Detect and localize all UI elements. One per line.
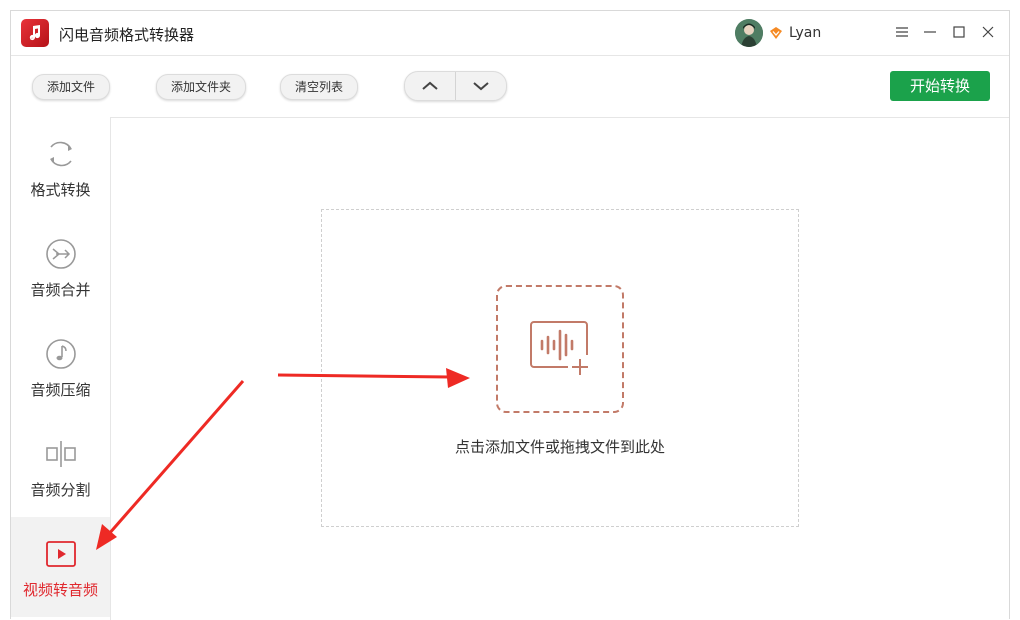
maximize-icon[interactable]	[948, 21, 970, 43]
user-profile[interactable]: Lyan	[735, 17, 821, 49]
sidebar-item-label: 音频分割	[30, 481, 91, 499]
title-bar: 闪电音频格式转换器 Lyan	[11, 11, 1009, 55]
split-icon	[45, 441, 76, 467]
add-file-button[interactable]: 添加文件	[32, 74, 111, 100]
sidebar: 格式转换 音频合并 音频压缩 音频分割 视频转音频	[11, 117, 111, 620]
file-drop-zone[interactable]: 点击添加文件或拖拽文件到此处	[321, 209, 799, 527]
app-window: 闪电音频格式转换器 Lyan 添加文件 添加文件夹 清空列表 开始转换 格式转换…	[10, 10, 1010, 620]
drop-hint-text: 点击添加文件或拖拽文件到此处	[454, 438, 665, 456]
move-down-button[interactable]	[455, 72, 506, 100]
toolbar: 添加文件 添加文件夹 清空列表 开始转换	[11, 55, 1009, 118]
sidebar-item-audio-merge[interactable]: 音频合并	[11, 217, 110, 317]
merge-arrows-icon	[45, 239, 76, 269]
add-audio-button[interactable]	[496, 285, 624, 413]
sidebar-item-video-to-audio[interactable]: 视频转音频	[11, 517, 110, 617]
chevron-down-icon	[473, 82, 489, 91]
vip-diamond-icon	[770, 27, 782, 39]
clear-list-button[interactable]: 清空列表	[280, 74, 359, 100]
app-logo-icon	[21, 19, 49, 47]
music-note-icon	[45, 339, 76, 369]
sidebar-item-label: 视频转音频	[22, 581, 98, 599]
sidebar-item-label: 音频压缩	[30, 381, 91, 399]
close-icon[interactable]	[977, 21, 999, 43]
video-play-icon	[45, 541, 76, 567]
avatar[interactable]	[735, 19, 763, 47]
sidebar-item-format-convert[interactable]: 格式转换	[11, 117, 110, 217]
sidebar-item-audio-compress[interactable]: 音频压缩	[11, 317, 110, 417]
sidebar-item-label: 格式转换	[30, 181, 91, 199]
move-up-button[interactable]	[405, 72, 455, 100]
sidebar-item-audio-split[interactable]: 音频分割	[11, 417, 110, 517]
app-title: 闪电音频格式转换器	[59, 26, 195, 44]
minimize-icon[interactable]	[919, 21, 941, 43]
start-convert-button[interactable]: 开始转换	[890, 71, 990, 101]
add-folder-button[interactable]: 添加文件夹	[156, 74, 247, 100]
sidebar-item-label: 音频合并	[30, 281, 91, 299]
refresh-cycle-icon	[49, 141, 72, 167]
username: Lyan	[789, 25, 822, 41]
chevron-up-icon	[422, 81, 438, 90]
audio-wave-add-icon	[530, 321, 588, 375]
reorder-buttons	[404, 71, 507, 101]
menu-icon[interactable]	[891, 21, 913, 43]
